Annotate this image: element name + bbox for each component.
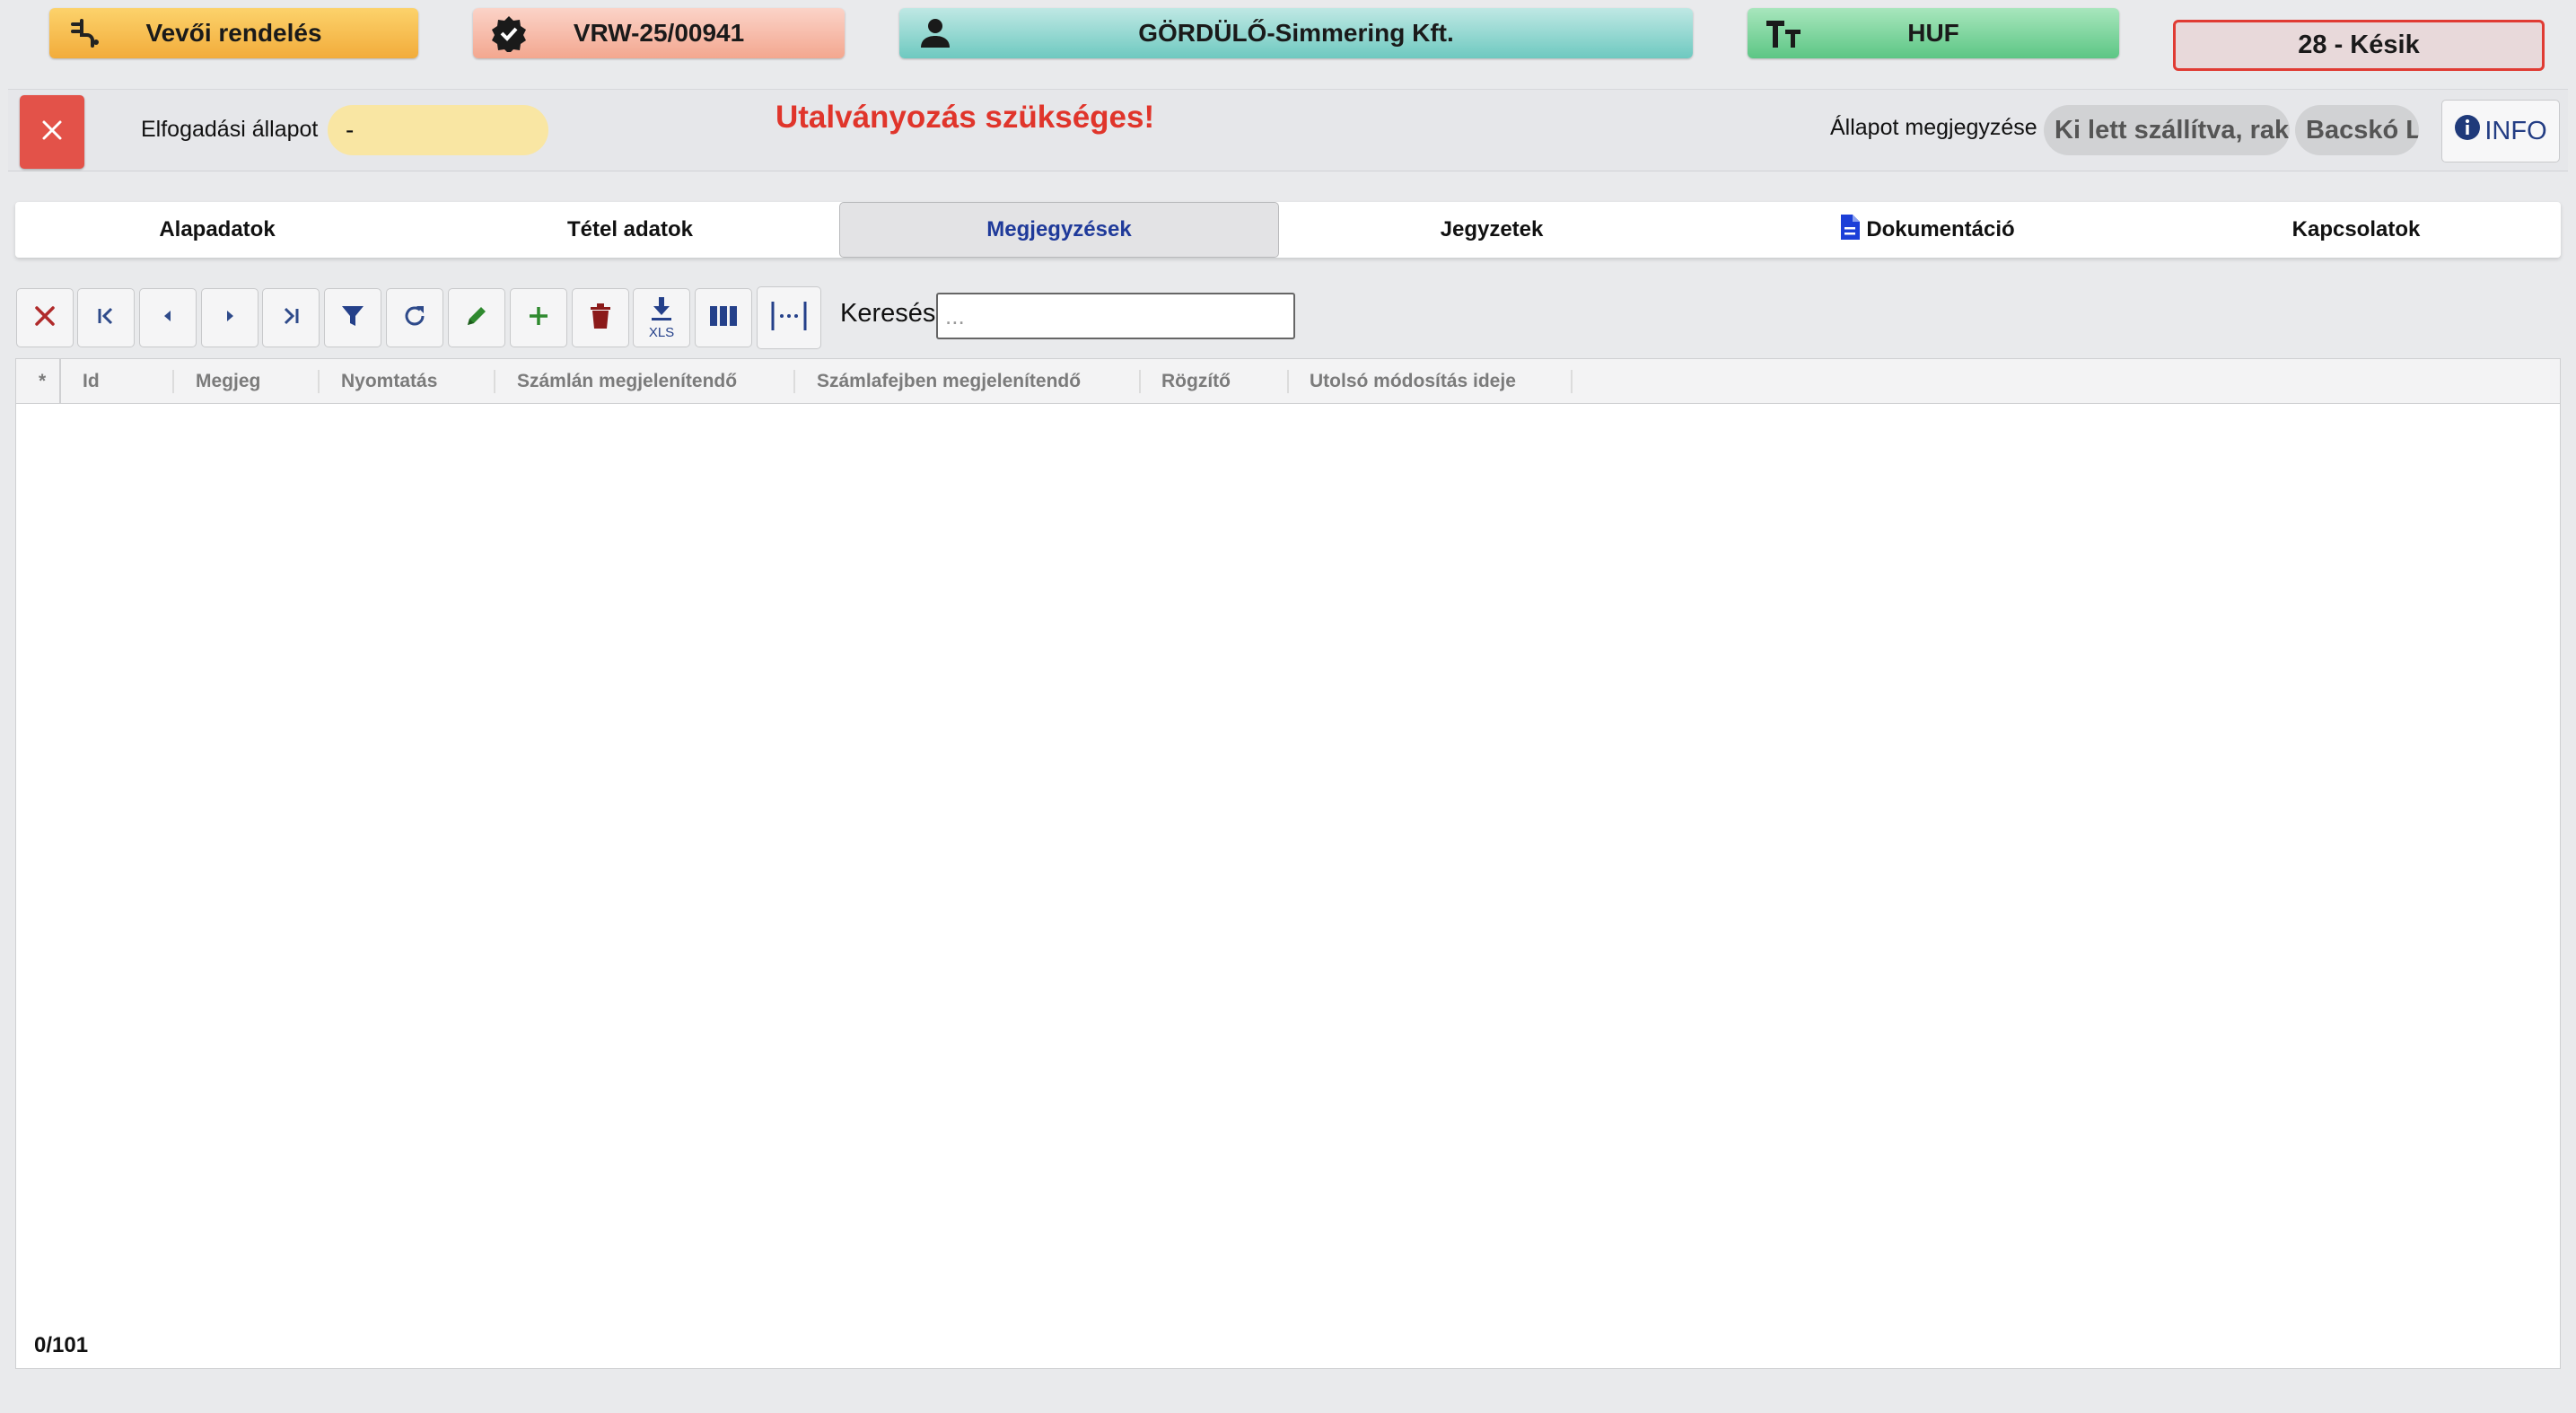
info-button[interactable]: INFO: [2441, 100, 2560, 162]
order-type-pill[interactable]: Vevői rendelés: [49, 8, 418, 58]
filter-icon: [339, 303, 366, 334]
info-icon: [2454, 114, 2481, 148]
column-header-rogzito[interactable]: Rögzítő: [1161, 359, 1231, 404]
status-note-chip[interactable]: Ki lett szállítva, rak: [2044, 105, 2290, 155]
caret-right-icon: [221, 307, 239, 329]
export-xls-button[interactable]: XLS: [633, 288, 690, 347]
download-icon: [650, 296, 673, 326]
authorization-warning: Utalványozás szükséges!: [775, 100, 1155, 135]
status-note-author-chip[interactable]: Bacskó L: [2295, 105, 2419, 155]
close-button[interactable]: [20, 95, 84, 169]
table-header: * Id Megjeg Nyomtatás Számlán megjelenít…: [16, 359, 2560, 404]
columns-icon: [709, 304, 738, 332]
clear-button[interactable]: [16, 288, 74, 347]
tab-label: Tétel adatok: [566, 217, 694, 241]
tab-megjegyzesek[interactable]: Megjegyzések: [839, 202, 1279, 258]
column-divider[interactable]: [1287, 370, 1289, 393]
first-record-button[interactable]: [77, 288, 135, 347]
text-size-icon: [1764, 13, 1803, 53]
verified-badge-icon: [489, 13, 529, 53]
column-header-id[interactable]: Id: [83, 359, 100, 404]
column-divider[interactable]: [318, 370, 320, 393]
document-icon: [1839, 214, 1861, 247]
column-header-megjeg[interactable]: Megjeg: [196, 359, 260, 404]
column-header-select[interactable]: *: [39, 359, 46, 404]
last-page-icon: [278, 303, 303, 333]
plus-icon: [526, 303, 551, 333]
currency-label: HUF: [1907, 19, 1959, 47]
plug-icon: [66, 13, 105, 53]
export-xls-caption: XLS: [648, 324, 675, 340]
first-page-icon: [93, 303, 118, 333]
tab-label: Dokumentáció: [1866, 217, 2015, 241]
column-divider[interactable]: [1139, 370, 1141, 393]
approval-status-bar: Elfogadási állapot - Utalványozás szüksé…: [8, 89, 2568, 171]
notes-table: * Id Megjeg Nyomtatás Számlán megjelenít…: [15, 358, 2561, 1369]
info-label: INFO: [2484, 116, 2547, 145]
column-header-nyomtatas[interactable]: Nyomtatás: [341, 359, 437, 404]
tab-tetel-adatok[interactable]: Tétel adatok: [419, 202, 841, 258]
document-number-pill[interactable]: VRW-25/00941: [473, 8, 845, 58]
column-divider[interactable]: [494, 370, 495, 393]
acceptance-status-value[interactable]: -: [328, 105, 548, 155]
columns-button[interactable]: [695, 288, 752, 347]
search-input[interactable]: [936, 293, 1295, 339]
column-header-last-modified[interactable]: Utolsó módosítás ideje: [1310, 359, 1516, 404]
column-header-szamlan[interactable]: Számlán megjelenítendő: [517, 359, 737, 404]
next-record-button[interactable]: [201, 288, 258, 347]
row-counter: 0/101: [34, 1333, 89, 1357]
search-label: Keresés:: [840, 299, 943, 328]
order-status-label: 28 - Késik: [2298, 31, 2420, 59]
pencil-icon: [463, 303, 490, 334]
caret-left-icon: [159, 307, 177, 329]
add-button[interactable]: [510, 288, 567, 347]
column-header-szamlafejben[interactable]: Számlafejben megjelenítendő: [817, 359, 1081, 404]
refresh-button[interactable]: [386, 288, 443, 347]
tab-label: Jegyzetek: [1440, 217, 1544, 241]
tab-label: Alapadatok: [159, 217, 276, 241]
column-divider[interactable]: [172, 370, 174, 393]
previous-record-button[interactable]: [139, 288, 197, 347]
delete-button[interactable]: [572, 288, 629, 347]
column-divider: [59, 359, 61, 404]
order-status-badge[interactable]: 28 - Késik: [2173, 20, 2545, 71]
tab-dokumentacio[interactable]: Dokumentáció: [1703, 202, 2151, 258]
tab-label: Kapcsolatok: [2291, 217, 2421, 241]
trash-icon: [588, 303, 613, 334]
tab-jegyzetek[interactable]: Jegyzetek: [1281, 202, 1703, 258]
edit-button[interactable]: [448, 288, 505, 347]
tab-kapcsolatok[interactable]: Kapcsolatok: [2151, 202, 2561, 258]
close-icon: [32, 303, 57, 333]
column-divider[interactable]: [1571, 370, 1573, 393]
tab-bar: Alapadatok Tétel adatok Megjegyzések Jeg…: [15, 202, 2561, 258]
currency-pill[interactable]: HUF: [1748, 8, 2119, 58]
acceptance-status-label: Elfogadási állapot: [141, 117, 319, 142]
close-icon: [40, 118, 64, 146]
column-width-icon: [769, 298, 809, 338]
column-divider[interactable]: [793, 370, 795, 393]
document-number-label: VRW-25/00941: [573, 19, 745, 47]
tab-label: Megjegyzések: [986, 217, 1132, 241]
last-record-button[interactable]: [262, 288, 320, 347]
filter-button[interactable]: [324, 288, 381, 347]
refresh-icon: [401, 303, 428, 334]
fit-columns-button[interactable]: [757, 286, 821, 349]
tab-alapadatok[interactable]: Alapadatok: [15, 202, 419, 258]
order-type-label: Vevői rendelés: [145, 19, 322, 47]
status-note-label: Állapot megjegyzése: [1830, 115, 2037, 140]
partner-pill[interactable]: GÖRDÜLŐ-Simmering Kft.: [899, 8, 1693, 58]
person-icon: [916, 13, 955, 53]
partner-name: GÖRDÜLŐ-Simmering Kft.: [1138, 19, 1454, 47]
